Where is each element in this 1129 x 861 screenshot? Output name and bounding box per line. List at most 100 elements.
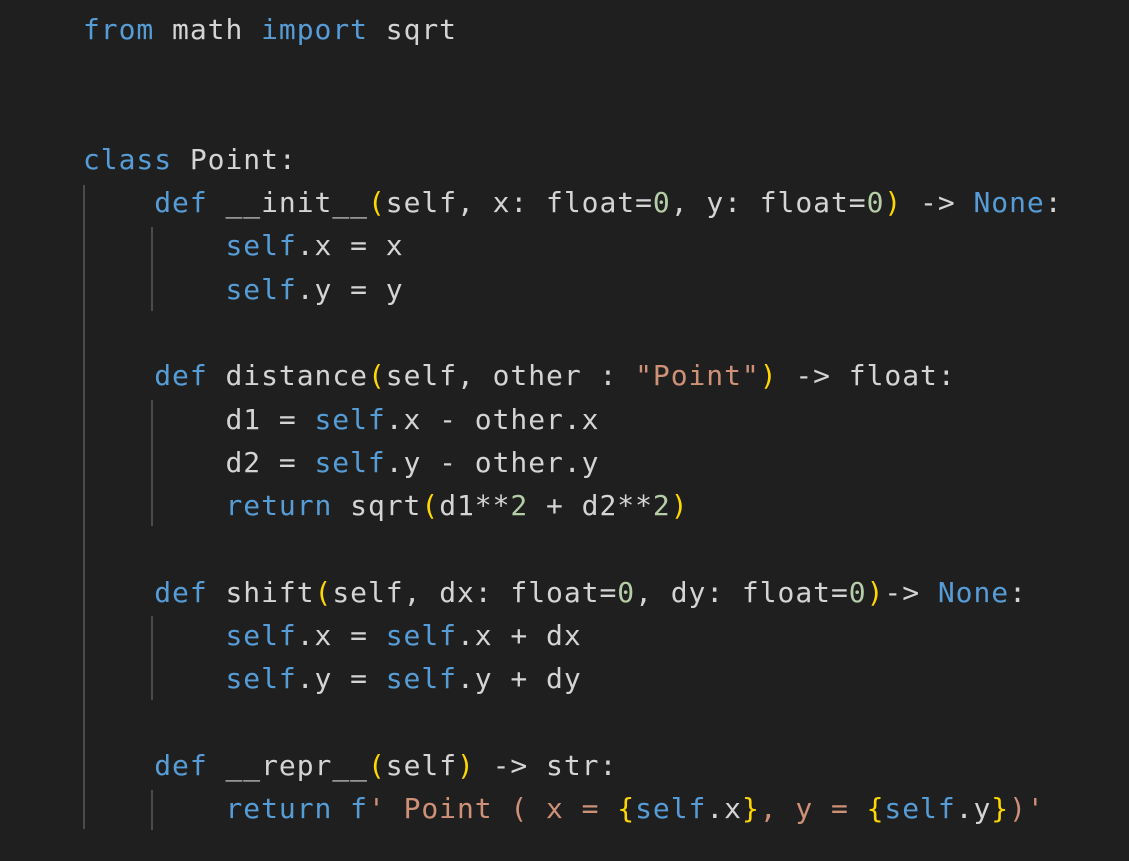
- code-lines: from math import sqrt class Point: def _…: [83, 8, 1063, 831]
- code-token: ): [884, 186, 903, 220]
- code-token: self: [385, 662, 457, 696]
- code-line[interactable]: class Point:: [83, 138, 1063, 181]
- code-token: self: [385, 619, 457, 653]
- code-token: ' Point ( x =: [367, 792, 618, 826]
- code-token: .y =: [296, 662, 386, 696]
- code-token: {: [866, 792, 885, 826]
- code-token: def: [154, 186, 208, 220]
- code-token: .x =: [296, 619, 386, 653]
- code-token: .x + dx: [456, 619, 582, 653]
- code-token: .y: [955, 792, 992, 826]
- code-editor[interactable]: from math import sqrt class Point: def _…: [0, 0, 1129, 861]
- code-token: }: [741, 792, 760, 826]
- code-line[interactable]: def shift(self, dx: float=0, dy: float=0…: [83, 571, 1063, 614]
- code-token: ): [866, 575, 885, 609]
- code-token: 2: [510, 489, 529, 523]
- code-line[interactable]: d1 = self.x - other.x: [83, 398, 1063, 441]
- code-token: .y + dy: [456, 662, 582, 696]
- code-token: shift: [207, 575, 315, 609]
- code-line[interactable]: [83, 95, 1063, 138]
- code-line[interactable]: return f' Point ( x = {self.x}, y = {sel…: [83, 787, 1063, 830]
- code-token: self: [314, 445, 386, 479]
- code-line[interactable]: def __init__(self, x: float=0, y: float=…: [83, 181, 1063, 224]
- code-token: sqrt: [332, 489, 422, 523]
- code-token: self: [635, 792, 707, 826]
- code-token: self: [225, 229, 297, 263]
- code-token: def: [154, 575, 208, 609]
- code-token: return: [225, 489, 333, 523]
- code-token: 0: [848, 575, 867, 609]
- code-token: 2: [652, 489, 671, 523]
- code-line[interactable]: [83, 51, 1063, 94]
- code-line[interactable]: def distance(self, other : "Point") -> f…: [83, 354, 1063, 397]
- code-token: import: [261, 13, 368, 46]
- code-token: class: [83, 142, 173, 176]
- code-token: def: [154, 359, 208, 393]
- code-token: (: [367, 749, 386, 783]
- code-line[interactable]: self.y = self.y + dy: [83, 657, 1063, 700]
- code-token: def: [154, 749, 208, 783]
- code-token: __repr__: [207, 749, 368, 783]
- code-token: self: [225, 662, 297, 696]
- code-token: from: [83, 13, 155, 46]
- code-token: , y: float=: [670, 186, 867, 220]
- code-token: (: [421, 489, 440, 523]
- code-line[interactable]: [83, 701, 1063, 744]
- code-token: (: [314, 575, 333, 609]
- code-token: ->: [884, 575, 938, 609]
- code-token: self, dx: float=: [332, 575, 618, 609]
- code-token: return: [225, 792, 333, 826]
- code-token: ): [457, 749, 475, 783]
- code-line[interactable]: self.x = self.x + dx: [83, 614, 1063, 657]
- code-token: ): [670, 489, 689, 523]
- code-token: math: [154, 13, 262, 46]
- code-token: 0: [866, 186, 885, 220]
- code-line[interactable]: [83, 311, 1063, 354]
- code-token: sqrt: [367, 13, 457, 46]
- code-token: (: [367, 359, 386, 393]
- code-token: , dy: float=: [635, 575, 849, 609]
- code-token: self: [884, 792, 956, 826]
- code-token: self: [225, 272, 297, 306]
- code-token: }: [991, 792, 1010, 826]
- code-token: f: [332, 792, 368, 826]
- code-token: d1**: [439, 489, 511, 523]
- code-token: .x - other.x: [385, 402, 600, 436]
- code-token: + d2**: [528, 489, 653, 523]
- code-line[interactable]: [83, 528, 1063, 571]
- code-token: {: [617, 792, 636, 826]
- code-token: 0: [652, 186, 671, 220]
- code-line[interactable]: def __repr__(self) -> str:: [83, 744, 1063, 787]
- code-token: )': [1009, 792, 1045, 826]
- code-token: Point:: [172, 142, 297, 176]
- code-token: ->: [902, 186, 974, 220]
- code-token: self, other :: [385, 359, 636, 393]
- code-token: -> float:: [777, 359, 956, 393]
- code-token: self: [225, 619, 297, 653]
- code-token: __init__: [207, 186, 368, 220]
- code-line[interactable]: d2 = self.y - other.y: [83, 441, 1063, 484]
- code-token: distance: [207, 359, 368, 393]
- code-line[interactable]: self.y = y: [83, 268, 1063, 311]
- code-token: self: [314, 402, 386, 436]
- code-token: self, x: float=: [385, 186, 653, 220]
- code-line[interactable]: self.x = x: [83, 224, 1063, 267]
- code-token: (: [367, 186, 386, 220]
- code-token: d1 =: [83, 402, 315, 436]
- code-token: .y = y: [296, 272, 404, 306]
- code-token: self: [385, 749, 457, 783]
- code-line[interactable]: return sqrt(d1**2 + d2**2): [83, 484, 1063, 527]
- code-token: ): [759, 359, 778, 393]
- code-token: :: [1044, 186, 1063, 220]
- code-line[interactable]: from math import sqrt: [83, 8, 1063, 51]
- code-token: d2 =: [83, 445, 315, 479]
